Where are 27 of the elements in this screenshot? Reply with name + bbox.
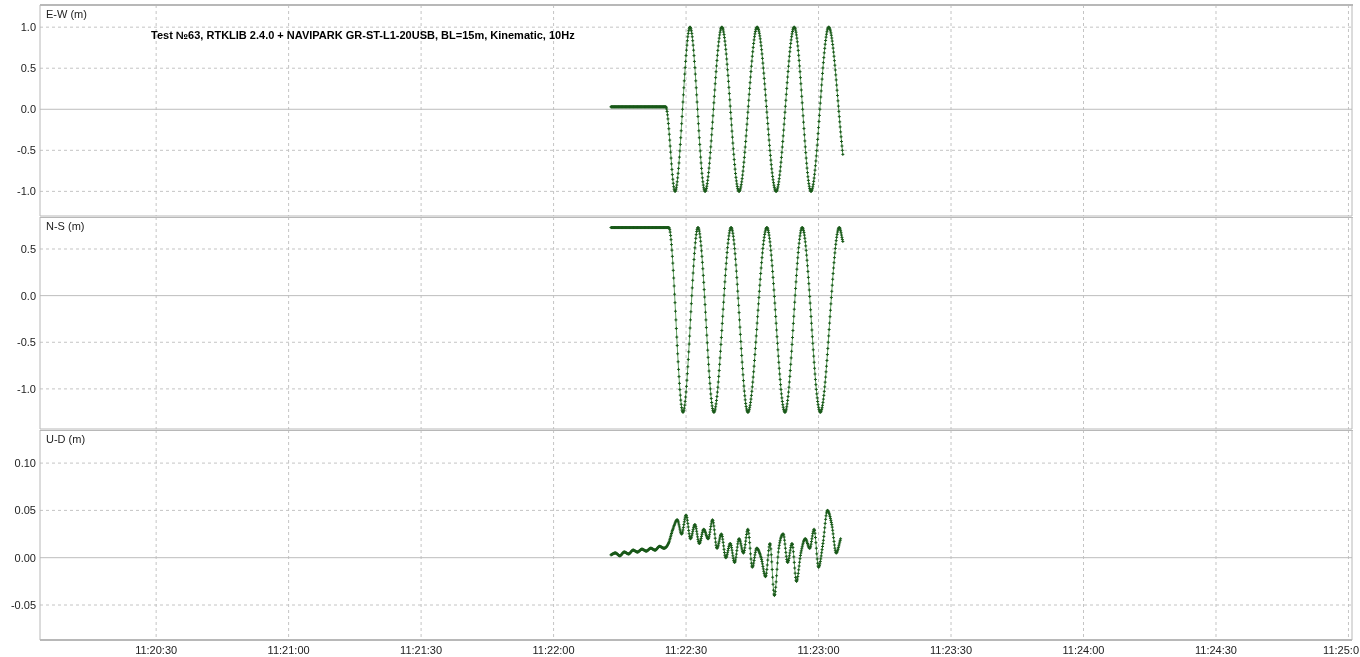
axis-tick-label: -1.0 — [17, 185, 36, 198]
axis-tick-label: 0.10 — [14, 457, 36, 470]
axis-tick-label: 11:20:30 — [135, 644, 178, 656]
axis-tick-label: 0.0 — [20, 289, 36, 302]
axis-tick-label: 0.00 — [14, 551, 36, 564]
axis-tick-label: 11:24:30 — [1195, 644, 1237, 656]
axis-tick-label: 11:23:00 — [797, 644, 840, 656]
axis-tick-label: 11:22:30 — [665, 644, 708, 656]
axis-tick-label: 1.0 — [20, 21, 36, 34]
axis-tick-label: 0.0 — [20, 103, 36, 116]
axis-tick-label: 11:25:0 — [1323, 644, 1359, 656]
chart-title: Test №63, RTKLIB 2.4.0 + NAVIPARK GR-ST-L1-20USB, BL=15m, Kinematic, 10Hz — [151, 29, 575, 41]
axis-tick-label: 11:23:30 — [930, 644, 973, 656]
axis-tick-label: -0.5 — [17, 144, 36, 157]
axis-tick-label: 11:24:00 — [1062, 644, 1105, 656]
axis-tick-label: -0.05 — [10, 599, 36, 611]
axis-tick-label: 11:22:00 — [532, 644, 575, 656]
axis-tick-label: -1.0 — [17, 382, 36, 395]
axis-tick-label: 11:21:00 — [267, 644, 310, 656]
axis-tick-label: 0.5 — [20, 243, 36, 255]
axis-tick-label: -0.5 — [17, 336, 36, 349]
axis-label: E-W (m) — [46, 8, 87, 20]
axis-tick-label: 0.05 — [14, 504, 36, 517]
axis-label: N-S (m) — [46, 220, 85, 232]
axis-label: U-D (m) — [46, 433, 86, 445]
axis-tick-label: 0.5 — [20, 62, 36, 75]
axis-tick-label: 11:21:30 — [400, 644, 443, 656]
